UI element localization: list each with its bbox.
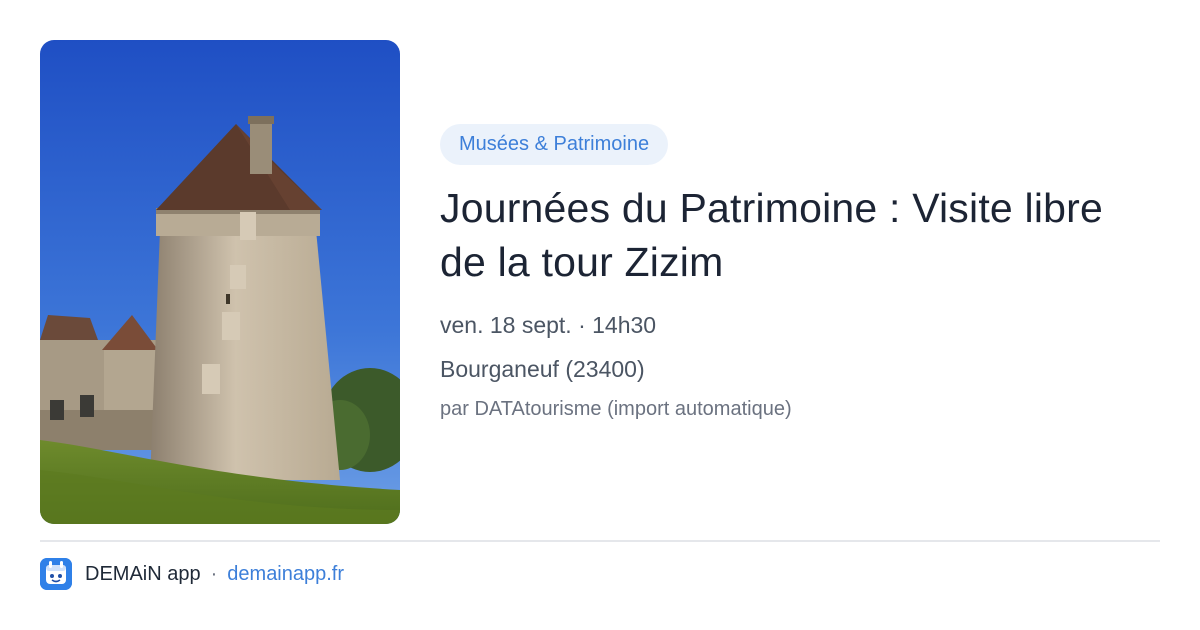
event-title: Journées du Patrimoine : Visite libre de… — [440, 185, 1103, 285]
demain-logo-icon — [40, 558, 72, 590]
footer-divider — [40, 540, 1160, 542]
tower-photo-icon — [40, 40, 400, 524]
event-source: par DATAtourisme (import automatique) — [440, 398, 792, 420]
footer: DEMAiN app · demainapp.fr — [40, 558, 344, 590]
app-url-link[interactable]: demainapp.fr — [227, 563, 344, 586]
category-badge[interactable]: Musées & Patrimoine — [440, 124, 669, 165]
event-location: Bourganeuf (23400) — [440, 356, 645, 382]
app-name: DEMAiN app — [85, 562, 201, 585]
footer-separator: · — [210, 562, 218, 585]
event-photo — [40, 40, 400, 524]
event-date: ven. 18 sept. · 14h30 — [440, 312, 657, 338]
event-details: Musées & Patrimoine Journées du Patrimoi… — [440, 124, 1160, 422]
